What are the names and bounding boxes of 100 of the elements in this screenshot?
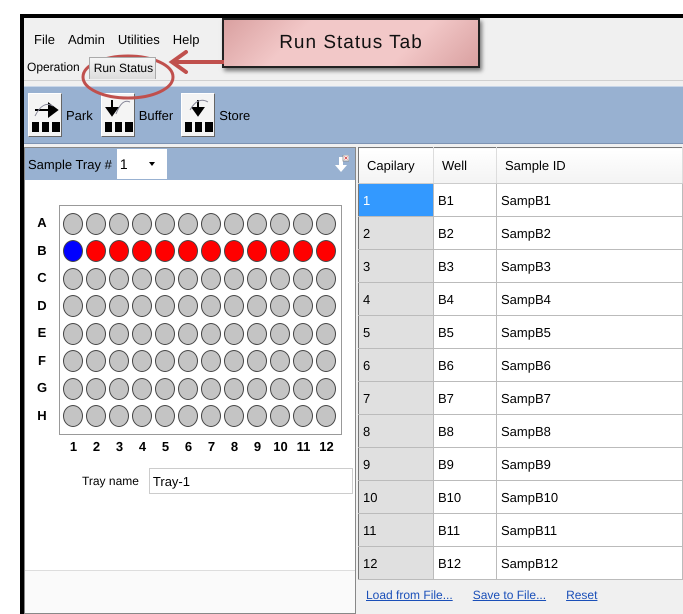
well[interactable] xyxy=(132,240,152,262)
well[interactable] xyxy=(201,240,221,262)
well[interactable] xyxy=(86,240,106,262)
well[interactable] xyxy=(293,212,313,235)
well[interactable] xyxy=(155,212,175,235)
well[interactable] xyxy=(293,268,313,290)
table-cell[interactable]: 5 xyxy=(358,316,434,348)
well[interactable] xyxy=(178,378,198,400)
well[interactable] xyxy=(63,212,83,235)
menu-item[interactable]: Help xyxy=(170,32,210,50)
well[interactable] xyxy=(316,295,336,318)
link[interactable]: Save to File... xyxy=(472,588,546,602)
well[interactable] xyxy=(132,212,152,235)
table-cell[interactable]: 11 xyxy=(358,514,434,546)
well[interactable] xyxy=(224,240,244,262)
column-header[interactable]: Capilary xyxy=(358,148,434,184)
well[interactable] xyxy=(316,350,336,372)
well[interactable] xyxy=(201,268,221,290)
store-button[interactable] xyxy=(181,93,216,137)
well[interactable] xyxy=(270,378,290,400)
well[interactable] xyxy=(201,350,221,372)
buffer-button[interactable] xyxy=(100,93,135,137)
well[interactable] xyxy=(155,350,175,372)
well[interactable] xyxy=(201,405,221,428)
well[interactable] xyxy=(224,268,244,290)
well[interactable] xyxy=(86,378,106,400)
well[interactable] xyxy=(132,322,152,345)
menu-item[interactable]: Utilities xyxy=(116,32,171,50)
well[interactable] xyxy=(178,212,198,235)
well[interactable] xyxy=(86,212,106,235)
well[interactable] xyxy=(132,378,152,400)
table-cell[interactable]: 2 xyxy=(358,216,434,250)
well[interactable] xyxy=(178,350,198,372)
well[interactable] xyxy=(293,295,313,318)
menu-item[interactable]: File xyxy=(32,32,66,50)
well[interactable] xyxy=(247,405,267,428)
tray-name-field[interactable]: Tray-1 xyxy=(148,468,353,494)
well[interactable] xyxy=(247,212,267,235)
well[interactable] xyxy=(316,405,336,428)
well[interactable] xyxy=(316,240,336,262)
well[interactable] xyxy=(86,405,106,428)
well[interactable] xyxy=(224,378,244,400)
well[interactable] xyxy=(224,322,244,345)
link[interactable]: Reset xyxy=(566,588,598,602)
well[interactable] xyxy=(270,268,290,290)
well[interactable] xyxy=(316,212,336,235)
well[interactable] xyxy=(201,322,221,345)
well[interactable] xyxy=(293,405,313,428)
well[interactable] xyxy=(224,295,244,318)
well[interactable] xyxy=(109,350,129,372)
well[interactable] xyxy=(63,350,83,372)
well[interactable] xyxy=(109,405,129,428)
well[interactable] xyxy=(86,268,106,290)
column-header[interactable]: Sample ID xyxy=(496,148,682,184)
table-cell[interactable]: 8 xyxy=(358,414,434,448)
well[interactable] xyxy=(270,405,290,428)
well[interactable] xyxy=(247,268,267,290)
tab[interactable]: Run Status xyxy=(88,57,156,79)
well[interactable] xyxy=(109,295,129,318)
well[interactable] xyxy=(316,268,336,290)
park-button[interactable] xyxy=(28,93,62,137)
well[interactable] xyxy=(178,240,198,262)
well[interactable] xyxy=(247,322,267,345)
well[interactable] xyxy=(270,350,290,372)
table-cell[interactable]: 10 xyxy=(358,480,434,514)
well[interactable] xyxy=(270,322,290,345)
well[interactable] xyxy=(155,322,175,345)
well[interactable] xyxy=(86,350,106,372)
well[interactable] xyxy=(63,240,83,262)
column-header[interactable]: Well xyxy=(434,148,496,184)
table-cell[interactable]: 4 xyxy=(358,282,434,316)
well[interactable] xyxy=(132,405,152,428)
menu-item[interactable]: Admin xyxy=(66,32,116,50)
table-cell[interactable]: 6 xyxy=(358,348,434,382)
well[interactable] xyxy=(316,322,336,345)
table-cell[interactable]: 7 xyxy=(358,382,434,414)
well[interactable] xyxy=(155,378,175,400)
well[interactable] xyxy=(178,322,198,345)
well[interactable] xyxy=(86,295,106,318)
well[interactable] xyxy=(109,268,129,290)
well[interactable] xyxy=(201,212,221,235)
tray-select[interactable]: 1 xyxy=(116,149,167,179)
well[interactable] xyxy=(270,295,290,318)
well[interactable] xyxy=(155,295,175,318)
well[interactable] xyxy=(178,295,198,318)
well[interactable] xyxy=(109,212,129,235)
well[interactable] xyxy=(132,268,152,290)
well[interactable] xyxy=(63,322,83,345)
well[interactable] xyxy=(63,268,83,290)
well[interactable] xyxy=(201,295,221,318)
well[interactable] xyxy=(247,240,267,262)
well[interactable] xyxy=(201,378,221,400)
well[interactable] xyxy=(224,350,244,372)
well[interactable] xyxy=(293,240,313,262)
well[interactable] xyxy=(293,350,313,372)
well[interactable] xyxy=(86,322,106,345)
well[interactable] xyxy=(293,378,313,400)
well[interactable] xyxy=(247,378,267,400)
well[interactable] xyxy=(109,240,129,262)
well[interactable] xyxy=(178,268,198,290)
